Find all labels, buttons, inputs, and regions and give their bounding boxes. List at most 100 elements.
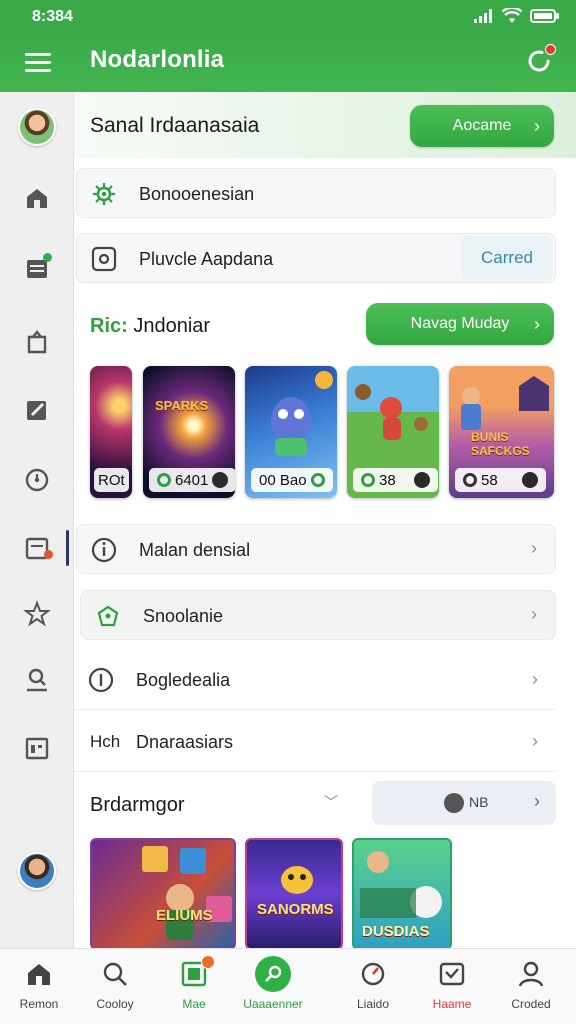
game-badge: 00 Bao <box>251 468 333 492</box>
chevron-down-icon[interactable]: ﹀ <box>324 792 338 812</box>
help-icon <box>88 667 114 693</box>
nav-item-home[interactable]: Remon <box>0 959 78 1019</box>
sidebar-item-notes[interactable] <box>19 530 55 566</box>
menu-row-extra[interactable]: Hch Dnaraasiars › <box>74 712 556 772</box>
user-icon <box>518 961 544 987</box>
clock-icon <box>25 468 49 492</box>
chevron-right-icon: › <box>531 538 537 558</box>
row-label: Pluvcle Aapdana <box>139 249 274 269</box>
battery-icon <box>530 9 559 23</box>
user-avatar[interactable] <box>18 108 56 146</box>
pen-icon <box>265 965 282 982</box>
filter-dropdown[interactable]: NB › <box>372 781 556 825</box>
nav-item-stats[interactable]: Liaido <box>334 959 412 1019</box>
main-content: Sanal Irdaanasaia Aocame › Bonooenesian … <box>74 92 576 948</box>
row-label: Snoolanie <box>143 606 224 626</box>
game-badge: 6401 <box>149 468 235 492</box>
status-dot <box>43 253 52 262</box>
nav-label: Uaaaenner <box>243 997 303 1011</box>
star-icon <box>23 600 51 627</box>
section-prefix: Ric: <box>90 315 128 337</box>
game-art <box>461 376 549 430</box>
sidebar-item-edit[interactable] <box>19 392 55 428</box>
menu-row-info[interactable]: Malan densial › <box>76 524 556 574</box>
bottom-nav: Remon Cooloy Mae Uaaaenner Liaido Haame … <box>0 948 576 1024</box>
promo-label: ELIUMS <box>156 907 213 924</box>
sidebar-item-bag[interactable] <box>19 324 55 360</box>
chevron-right-icon: › <box>531 604 537 624</box>
carred-button[interactable]: Carred <box>461 236 553 280</box>
menu-row-help[interactable]: Bogledealia › <box>74 650 556 710</box>
home-icon <box>28 964 50 985</box>
sidebar-item-library[interactable] <box>19 250 55 286</box>
view-more-label: Navag Muday <box>410 315 510 332</box>
accept-button[interactable]: Aocame › <box>410 105 554 147</box>
promo-art <box>281 866 313 894</box>
accept-button-label: Aocame <box>452 117 512 134</box>
game-card[interactable]: BUNIS SAFCKGS 58 <box>449 366 554 498</box>
game-art-title: BUNIS SAFCKGS <box>471 430 530 458</box>
person-icon <box>27 668 47 692</box>
active-indicator <box>66 530 69 566</box>
nav-label: Croded <box>511 997 551 1011</box>
row-prefix: Hch <box>90 732 121 751</box>
nav-label: Mae <box>182 997 206 1011</box>
nav-label: Cooloy <box>96 997 134 1011</box>
sidebar-item-timer[interactable] <box>19 462 55 498</box>
game-card[interactable]: SPARKS 6401 <box>143 366 235 498</box>
row-label: Dnaraasiars <box>136 732 234 752</box>
nav-item-center[interactable]: Uaaaenner <box>234 956 312 1019</box>
section-title: Brdarmgor <box>90 794 185 816</box>
promo-label: SANORMS <box>257 901 334 918</box>
view-more-button[interactable]: Navag Muday › <box>366 303 554 345</box>
promo-card[interactable]: DUSDIAS <box>352 838 452 948</box>
section-heading: Jndoniar <box>133 315 211 337</box>
row-label: Bogledealia <box>136 670 231 690</box>
search-icon <box>103 962 127 986</box>
game-badge: 58 <box>455 468 546 492</box>
store-icon <box>27 189 47 208</box>
game-card[interactable]: 38 <box>347 366 439 498</box>
sidebar-item-home[interactable] <box>19 180 55 216</box>
status-time: 8:384 <box>32 8 73 25</box>
promo-card[interactable]: ELIUMS <box>90 838 236 948</box>
settings-row[interactable]: Bonooenesian <box>76 168 556 218</box>
nav-item-search[interactable]: Cooloy <box>76 959 154 1019</box>
chevron-right-icon: › <box>534 791 540 811</box>
sidebar <box>0 92 74 948</box>
section-title: Ric: Jndoniar <box>90 315 210 338</box>
dial-icon <box>361 962 385 986</box>
game-card[interactable]: 00 Bao <box>245 366 337 498</box>
nav-badge <box>201 955 215 969</box>
game-art-title: SPARKS <box>155 398 209 413</box>
nav-item-games[interactable]: Mae <box>155 955 233 1019</box>
edit-icon <box>27 401 46 420</box>
nav-item-favorites[interactable]: Haame <box>413 959 491 1019</box>
page-title: Sanal Irdaanasaia <box>90 114 260 137</box>
friend-avatar[interactable] <box>18 852 56 890</box>
sidebar-item-favorites[interactable] <box>19 596 55 632</box>
status-bar: 8:384 <box>0 0 576 32</box>
sidebar-item-calendar[interactable] <box>19 730 55 766</box>
nav-label: Remon <box>19 997 59 1011</box>
promo-label: DUSDIAS <box>362 923 430 940</box>
menu-button[interactable] <box>22 48 54 76</box>
refresh-button[interactable] <box>522 44 556 78</box>
menu-row-games[interactable]: Snoolanie › <box>80 590 556 640</box>
promo-card[interactable]: SANORMS <box>245 838 343 948</box>
game-card[interactable]: ROt <box>90 366 132 498</box>
info-icon <box>91 537 117 563</box>
game-badge: ROt <box>94 468 129 492</box>
nav-item-profile[interactable]: Croded <box>492 959 570 1019</box>
chevron-right-icon: › <box>534 314 540 334</box>
dropdown-value: NB <box>469 794 489 810</box>
alert-dot <box>44 550 53 559</box>
wifi-icon <box>502 8 522 23</box>
game-art <box>355 384 428 440</box>
chevron-right-icon: › <box>532 731 538 751</box>
account-row[interactable]: Pluvcle Aapdana Carred <box>76 233 556 283</box>
app-title: Nodarlonlia <box>90 46 225 73</box>
row-label: Malan densial <box>139 540 251 560</box>
status-icons <box>474 8 560 24</box>
sidebar-item-profile[interactable] <box>19 662 55 698</box>
